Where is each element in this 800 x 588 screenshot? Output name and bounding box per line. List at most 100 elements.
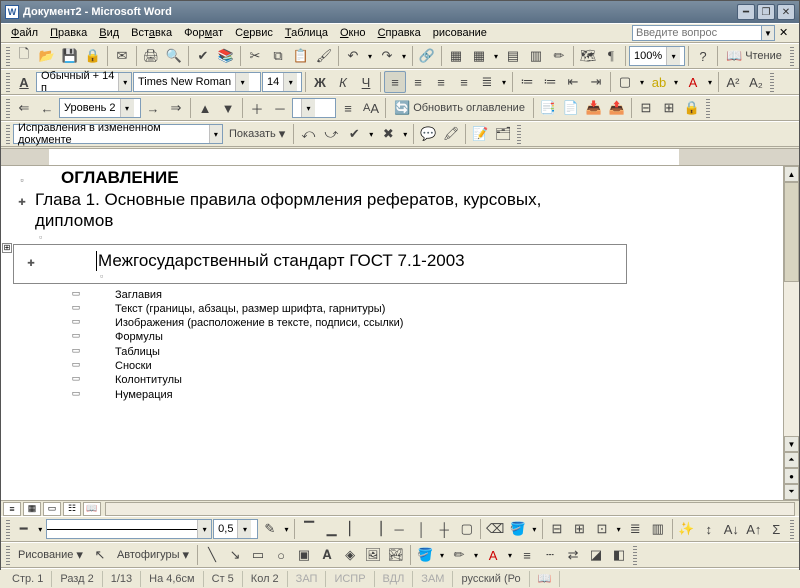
promote-button[interactable]: ← xyxy=(36,97,58,119)
redo-dropdown[interactable]: ▾ xyxy=(399,52,409,61)
menu-insert[interactable]: Вставка xyxy=(125,25,178,41)
menu-drawing[interactable]: рисование xyxy=(427,25,493,41)
reject-dropdown[interactable]: ▾ xyxy=(400,130,410,139)
doc-map-button[interactable]: 🗺 xyxy=(577,45,599,67)
menu-help[interactable]: Справка xyxy=(372,25,427,41)
document-page[interactable]: ▫ ОГЛАВЛЕНИЕ ✚ Глава 1. Основные правила… xyxy=(1,166,783,500)
line-spacing-button[interactable]: ≣ xyxy=(476,71,498,93)
menu-tools[interactable]: Сервис xyxy=(229,25,279,41)
font-size-dropdown[interactable]: ▾ xyxy=(283,73,297,91)
copy-button[interactable]: ⧉ xyxy=(267,45,289,67)
line-style-button[interactable]: ≡ xyxy=(516,544,538,566)
rectangle-tool-button[interactable]: ▭ xyxy=(247,544,269,566)
reading-view-button[interactable]: 📖 xyxy=(83,502,101,516)
subdoc-remove-button[interactable]: 📤 xyxy=(606,97,628,119)
menu-edit[interactable]: Правка xyxy=(44,25,93,41)
promote-top-button[interactable]: ⇐ xyxy=(13,97,35,119)
align-left-button[interactable]: ≡ xyxy=(384,71,406,93)
fill-color-button[interactable]: 🪣 xyxy=(414,544,436,566)
font-color-dropdown[interactable]: ▾ xyxy=(505,551,515,560)
status-ext[interactable]: ВДЛ xyxy=(375,571,414,587)
outline-level-combo[interactable]: Уровень 2 ▾ xyxy=(59,98,141,118)
border-inside-button[interactable]: ┼ xyxy=(433,518,455,540)
border-inside-h-button[interactable]: ─ xyxy=(388,518,410,540)
styles-pane-button[interactable]: A xyxy=(13,71,35,93)
select-objects-button[interactable]: ↖ xyxy=(89,544,111,566)
text-direction-button[interactable]: ↕ xyxy=(698,518,720,540)
distribute-cols-button[interactable]: ▥ xyxy=(647,518,669,540)
help-button[interactable]: ? xyxy=(692,45,714,67)
close-doc-button[interactable]: ✕ xyxy=(779,26,795,40)
border-color-dropdown[interactable]: ▾ xyxy=(282,525,292,534)
save-button[interactable]: 💾 xyxy=(59,45,81,67)
status-ovr[interactable]: ЗАМ xyxy=(413,571,453,587)
eraser-button[interactable]: ⌫ xyxy=(484,518,506,540)
outline-view-button[interactable]: ☷ xyxy=(63,502,81,516)
align-center-button[interactable]: ≡ xyxy=(407,71,429,93)
arrow-tool-button[interactable]: ↘ xyxy=(224,544,246,566)
mail-button[interactable]: ✉ xyxy=(111,45,133,67)
zoom-combo[interactable]: 100% ▾ xyxy=(629,46,685,66)
border-style-dropdown[interactable]: ▾ xyxy=(197,520,211,538)
diagram-button[interactable]: ◈ xyxy=(339,544,361,566)
undo-dropdown[interactable]: ▾ xyxy=(365,52,375,61)
fill-color-dropdown[interactable]: ▾ xyxy=(437,551,447,560)
show-first-line-button[interactable]: ≡ xyxy=(337,97,359,119)
move-down-button[interactable]: ▼ xyxy=(217,97,239,119)
new-button[interactable]: 🗋 xyxy=(13,45,35,67)
border-outside-button[interactable]: ▢ xyxy=(456,518,478,540)
frame-handle-icon[interactable]: ⊞ xyxy=(2,243,12,253)
font-color-dropdown[interactable]: ▾ xyxy=(705,78,715,87)
autosum-button[interactable]: Σ xyxy=(766,518,788,540)
line-spacing-dropdown[interactable]: ▾ xyxy=(499,78,509,87)
autoformat-button[interactable]: ✨ xyxy=(675,518,697,540)
border-inside-v-button[interactable]: │ xyxy=(411,518,433,540)
reading-layout-button[interactable]: 📖 Чтение xyxy=(721,45,787,67)
draw-menu-button[interactable]: Рисование ▾ xyxy=(13,544,88,566)
subdoc-insert-button[interactable]: 📥 xyxy=(583,97,605,119)
print-button[interactable]: 🖨 xyxy=(140,45,162,67)
highlight-button[interactable]: ab xyxy=(648,71,670,93)
scroll-track[interactable] xyxy=(784,182,799,436)
permissions-button[interactable]: 🔒 xyxy=(82,45,104,67)
track-changes-button[interactable]: 📝 xyxy=(469,123,491,145)
superscript-button[interactable]: A² xyxy=(722,71,744,93)
shadow-button[interactable]: ◪ xyxy=(585,544,607,566)
style-combo[interactable]: Обычный + 14 п ▾ xyxy=(36,72,132,92)
zoom-dropdown[interactable]: ▾ xyxy=(666,47,680,65)
subscript-button[interactable]: A₂ xyxy=(745,71,767,93)
maximize-button[interactable]: ❐ xyxy=(757,4,775,20)
align-justify-button[interactable]: ≡ xyxy=(453,71,475,93)
numbering-button[interactable]: ≔ xyxy=(516,71,538,93)
format-painter-button[interactable]: 🖌 xyxy=(313,45,335,67)
font-size-combo[interactable]: 14 ▾ xyxy=(262,72,302,92)
master-doc-button[interactable]: 📑 xyxy=(537,97,559,119)
status-spell-icon[interactable]: 📖 xyxy=(530,571,561,587)
increase-indent-button[interactable]: ⇥ xyxy=(585,71,607,93)
outline-expand-icon[interactable]: ✚ xyxy=(18,258,44,269)
border-right-button[interactable]: ▕ xyxy=(366,518,388,540)
picture-button[interactable]: 🏞 xyxy=(385,544,407,566)
decrease-indent-button[interactable]: ⇤ xyxy=(562,71,584,93)
menu-window[interactable]: Окно xyxy=(334,25,372,41)
fill-dropdown[interactable]: ▾ xyxy=(529,525,539,534)
borders-dropdown[interactable]: ▾ xyxy=(637,78,647,87)
collapse-button[interactable]: － xyxy=(269,97,291,119)
oval-tool-button[interactable]: ○ xyxy=(270,544,292,566)
new-comment-button[interactable]: 💬 xyxy=(417,123,439,145)
show-formatting-button[interactable]: AA xyxy=(360,97,382,119)
redo-button[interactable]: ↷ xyxy=(376,45,398,67)
excel-button[interactable]: ▤ xyxy=(502,45,524,67)
open-button[interactable]: 📂 xyxy=(36,45,58,67)
subdoc-lock-button[interactable]: 🔒 xyxy=(681,97,703,119)
horizontal-scrollbar[interactable] xyxy=(105,502,795,516)
accept-dropdown[interactable]: ▾ xyxy=(366,130,376,139)
demote-button[interactable]: → xyxy=(142,97,164,119)
style-dropdown[interactable]: ▾ xyxy=(118,73,131,91)
show-level-dropdown[interactable]: ▾ xyxy=(301,99,315,117)
border-style-combo[interactable]: ▾ xyxy=(46,519,212,539)
next-change-button[interactable]: ⤻ xyxy=(320,123,342,145)
align-cell-button[interactable]: ⊡ xyxy=(591,518,613,540)
print-preview-button[interactable]: 🔍 xyxy=(163,45,185,67)
toc-frame[interactable]: ⊞ ✚ Межгосударственный стандарт ГОСТ 7.1… xyxy=(13,244,627,284)
